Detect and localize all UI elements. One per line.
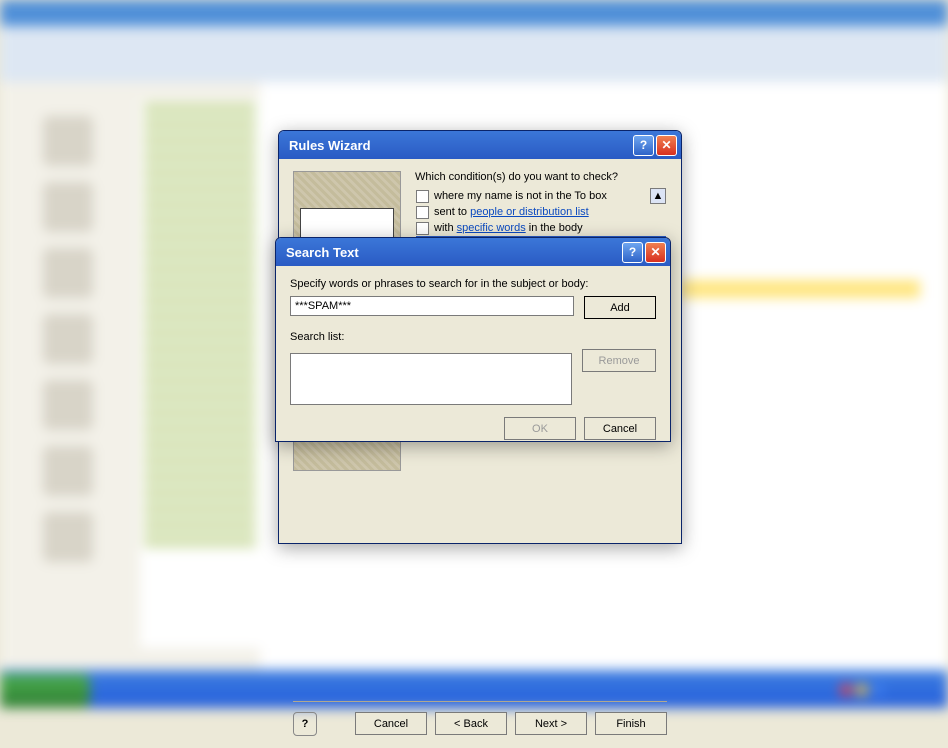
next-button[interactable]: Next > (515, 712, 587, 735)
condition-row[interactable]: where my name is not in the To box (416, 188, 650, 204)
condition-link[interactable]: specific words (457, 222, 526, 234)
scroll-up-icon[interactable]: ▲ (650, 188, 666, 204)
cancel-button[interactable]: Cancel (355, 712, 427, 735)
condition-row[interactable]: sent to people or distribution list (416, 204, 666, 220)
search-text-title: Search Text (286, 245, 359, 260)
rules-wizard-title: Rules Wizard (289, 138, 371, 153)
search-instruction: Specify words or phrases to search for i… (290, 278, 656, 290)
close-icon[interactable]: ✕ (645, 242, 666, 263)
search-phrase-input[interactable] (290, 296, 574, 316)
wizard-question: Which condition(s) do you want to check? (415, 171, 667, 183)
condition-link[interactable]: people or distribution list (470, 206, 589, 218)
close-icon[interactable]: ✕ (656, 135, 677, 156)
context-help-icon[interactable]: ? (293, 712, 317, 736)
ok-button[interactable]: OK (504, 417, 576, 440)
condition-checkbox[interactable] (416, 222, 429, 235)
back-button[interactable]: < Back (435, 712, 507, 735)
help-icon[interactable]: ? (622, 242, 643, 263)
condition-row[interactable]: with specific words in the body (416, 220, 666, 236)
rules-wizard-titlebar[interactable]: Rules Wizard ? ✕ (279, 131, 681, 159)
cancel-button[interactable]: Cancel (584, 417, 656, 440)
add-button[interactable]: Add (584, 296, 656, 319)
remove-button[interactable]: Remove (582, 349, 656, 372)
condition-checkbox[interactable] (416, 190, 429, 203)
search-text-dialog: Search Text ? ✕ Specify words or phrases… (275, 237, 671, 442)
search-list-label: Search list: (290, 331, 656, 343)
finish-button[interactable]: Finish (595, 712, 667, 735)
search-text-titlebar[interactable]: Search Text ? ✕ (276, 238, 670, 266)
condition-checkbox[interactable] (416, 206, 429, 219)
help-icon[interactable]: ? (633, 135, 654, 156)
search-list[interactable] (290, 353, 572, 405)
